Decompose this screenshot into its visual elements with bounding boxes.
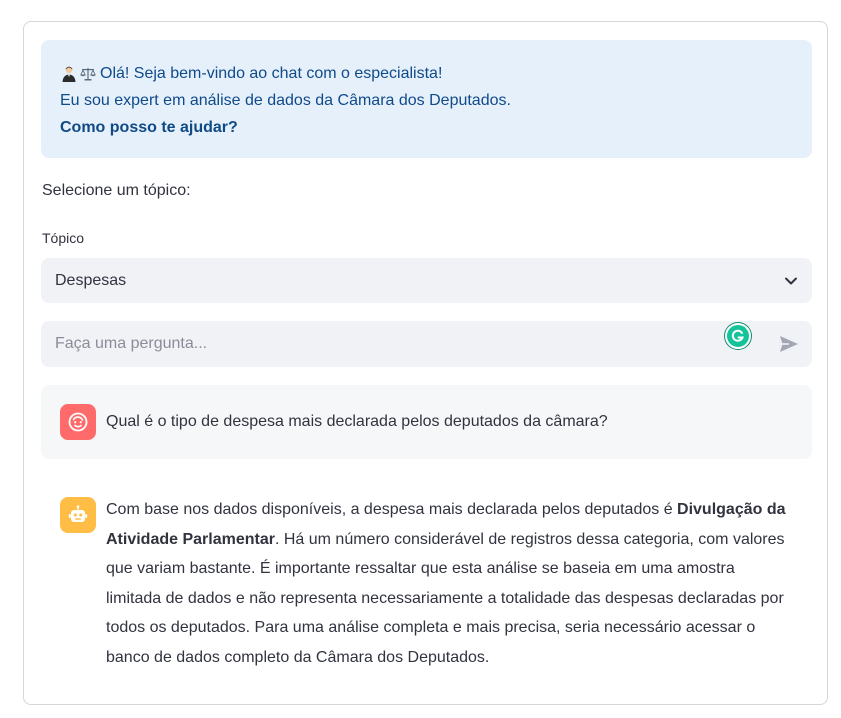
assistant-text-part1: Com base nos dados disponíveis, a despes… [106, 501, 678, 518]
intro-text: Eu sou expert em análise de dados da Câm… [60, 92, 511, 109]
robot-icon [68, 505, 88, 522]
user-message-text: Qual é o tipo de despesa mais declarada … [106, 413, 608, 430]
greeting-text: Olá! Seja bem-vindo ao chat com o especi… [100, 65, 443, 82]
assistant-message-text: Com base nos dados disponíveis, a despes… [106, 495, 793, 673]
assistant-message: Com base nos dados disponíveis, a despes… [41, 479, 812, 691]
balance-scale-icon [80, 67, 96, 80]
grammarly-icon[interactable] [725, 323, 751, 349]
user-avatar [60, 404, 96, 440]
topic-select[interactable]: Despesas [41, 258, 812, 303]
welcome-info-box: Olá! Seja bem-vindo ao chat com o especi… [41, 40, 812, 158]
question-input[interactable] [53, 334, 800, 354]
user-message: Qual é o tipo de despesa mais declarada … [41, 385, 812, 459]
grammarly-g-icon [731, 329, 744, 342]
help-question-text: Como posso te ajudar? [60, 119, 238, 136]
assistant-text-part2: . Há um número considerável de registros… [106, 530, 785, 666]
welcome-line: Olá! Seja bem-vindo ao chat com o especi… [60, 60, 793, 87]
welcome-emoji [60, 65, 96, 83]
topic-label: Tópico [42, 230, 85, 246]
assistant-avatar [60, 497, 96, 533]
select-topic-prompt: Selecione um tópico: [42, 182, 191, 199]
man-judge-icon [62, 66, 76, 82]
send-icon[interactable] [778, 333, 800, 355]
main-container: Olá! Seja bem-vindo ao chat com o especi… [23, 21, 828, 705]
smiling-face-icon [68, 412, 88, 432]
chat-input-bar [41, 321, 812, 367]
topic-selected-value: Despesas [55, 271, 127, 289]
chevron-down-icon [785, 277, 797, 284]
